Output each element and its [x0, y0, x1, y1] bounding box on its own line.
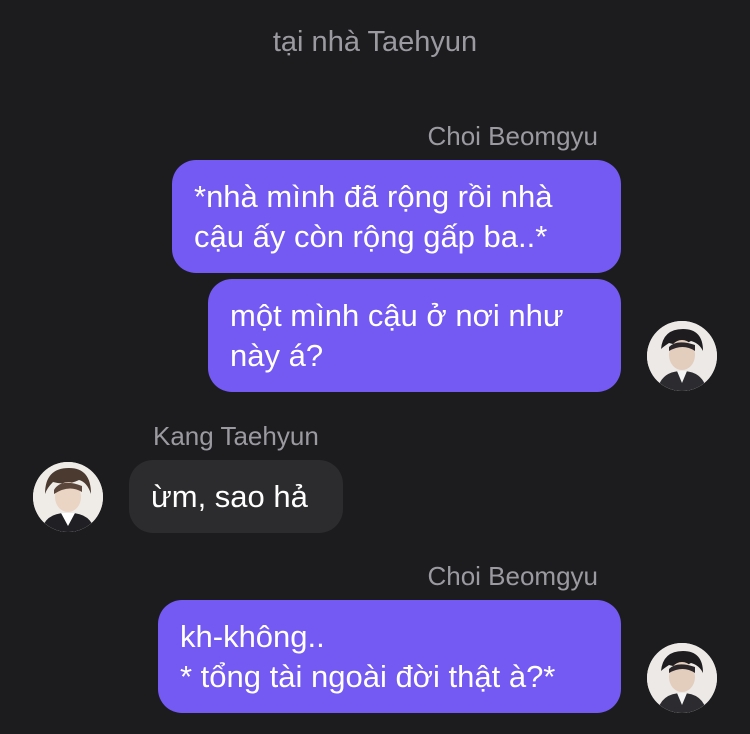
sender-name-beomgyu: Choi Beomgyu: [427, 121, 598, 151]
message-bubble-incoming[interactable]: ừm, sao hả: [129, 460, 343, 533]
message-bubble-outgoing[interactable]: kh-không.. * tổng tài ngoài đời thật à?*: [158, 600, 621, 713]
conversation-title: tại nhà Taehyun: [272, 26, 478, 58]
sender-name-beomgyu: Choi Beomgyu: [427, 561, 598, 591]
chat-screen: tại nhà Taehyun Choi Beomgyu *nhà mình đ…: [0, 0, 750, 734]
avatar-photo-icon: [647, 643, 717, 713]
avatar-beomgyu[interactable]: [647, 321, 717, 391]
sender-name-taehyun: Kang Taehyun: [153, 421, 319, 451]
message-bubble-outgoing[interactable]: *nhà mình đã rộng rồi nhà cậu ấy còn rộn…: [172, 160, 621, 273]
message-bubble-outgoing[interactable]: một mình cậu ở nơi như này á?: [208, 279, 621, 392]
avatar-taehyun[interactable]: [33, 462, 103, 532]
avatar-photo-icon: [647, 321, 717, 391]
avatar-beomgyu[interactable]: [647, 643, 717, 713]
avatar-photo-icon: [33, 462, 103, 532]
